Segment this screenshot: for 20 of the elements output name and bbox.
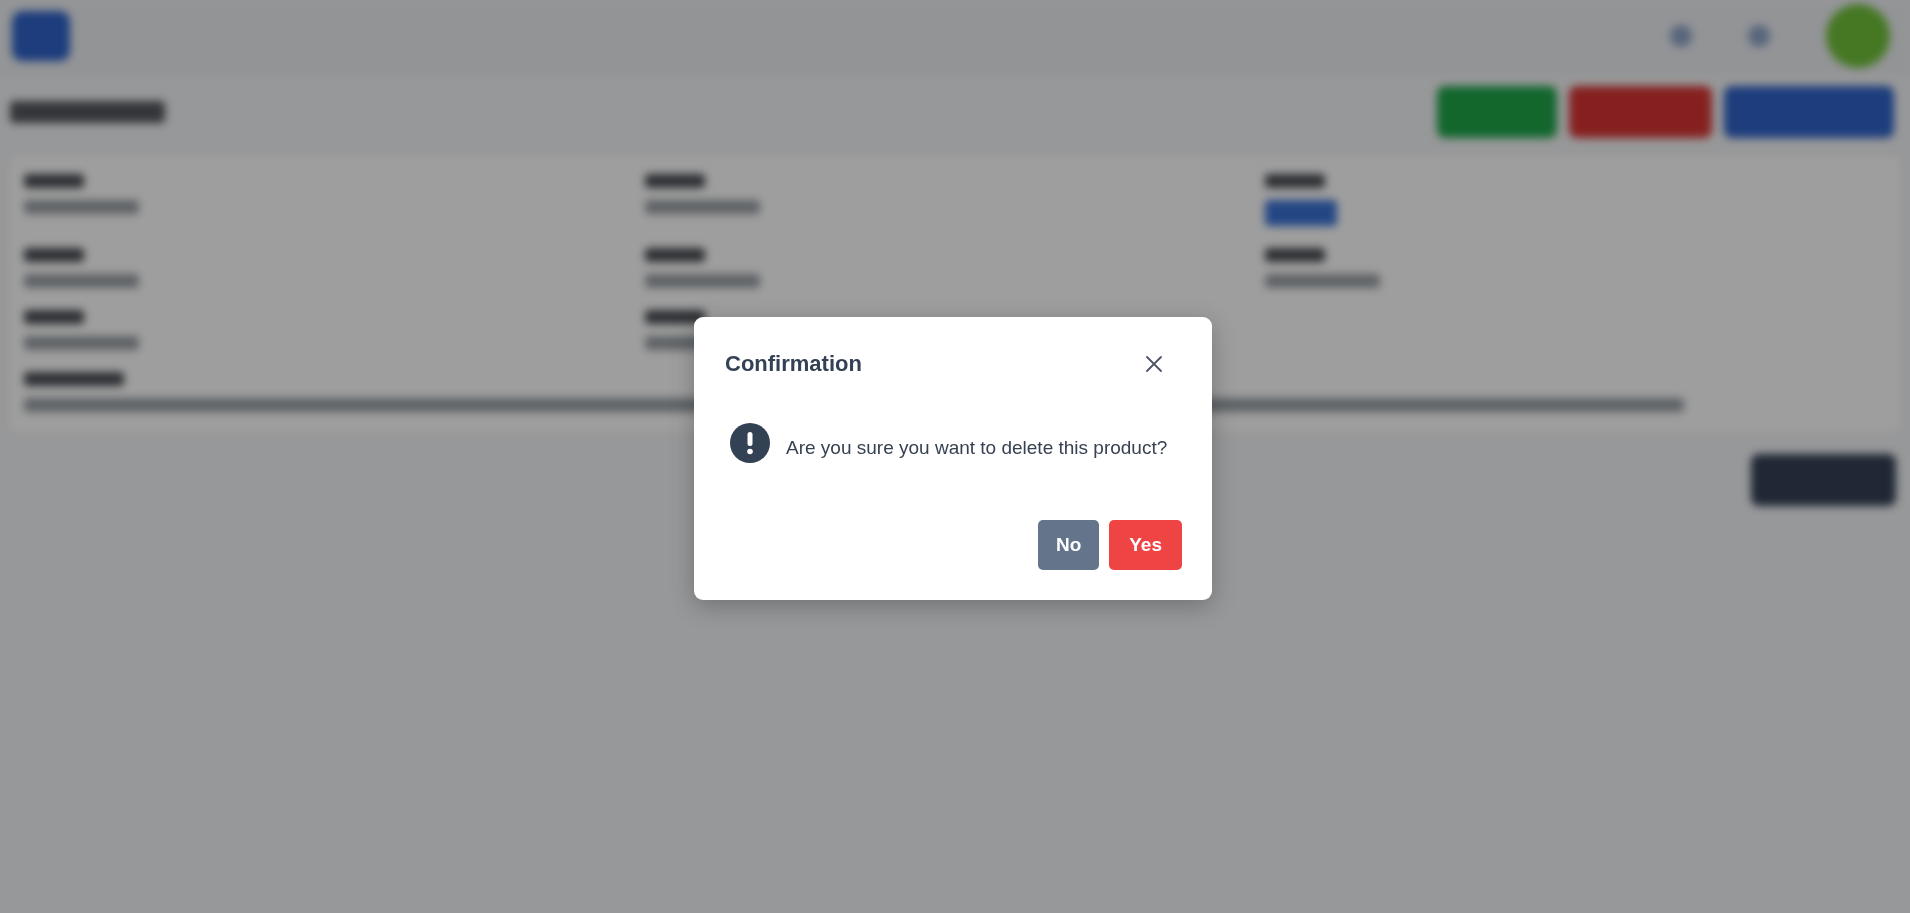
confirmation-message: Are you sure you want to delete this product? (786, 437, 1168, 459)
delete-button[interactable] (1569, 86, 1712, 138)
label-placeholder (1265, 248, 1326, 262)
edit-button[interactable] (1437, 86, 1557, 138)
back-button[interactable] (1724, 86, 1894, 138)
logo-icon[interactable] (12, 10, 70, 61)
confirm-button[interactable]: Yes (1109, 520, 1182, 570)
label-placeholder (644, 248, 705, 262)
label-placeholder (24, 248, 84, 262)
cancel-button[interactable]: No (1037, 520, 1100, 570)
avatar[interactable] (1826, 3, 1890, 68)
label-placeholder (1265, 174, 1326, 188)
label-placeholder (644, 174, 705, 188)
back-button[interactable] (1751, 454, 1896, 506)
label-placeholder (644, 310, 705, 324)
label-placeholder (24, 174, 84, 188)
dialog-title: Confirmation (725, 351, 862, 377)
close-icon (1145, 355, 1163, 373)
label-placeholder (24, 310, 84, 324)
exclamation-icon (730, 423, 770, 463)
